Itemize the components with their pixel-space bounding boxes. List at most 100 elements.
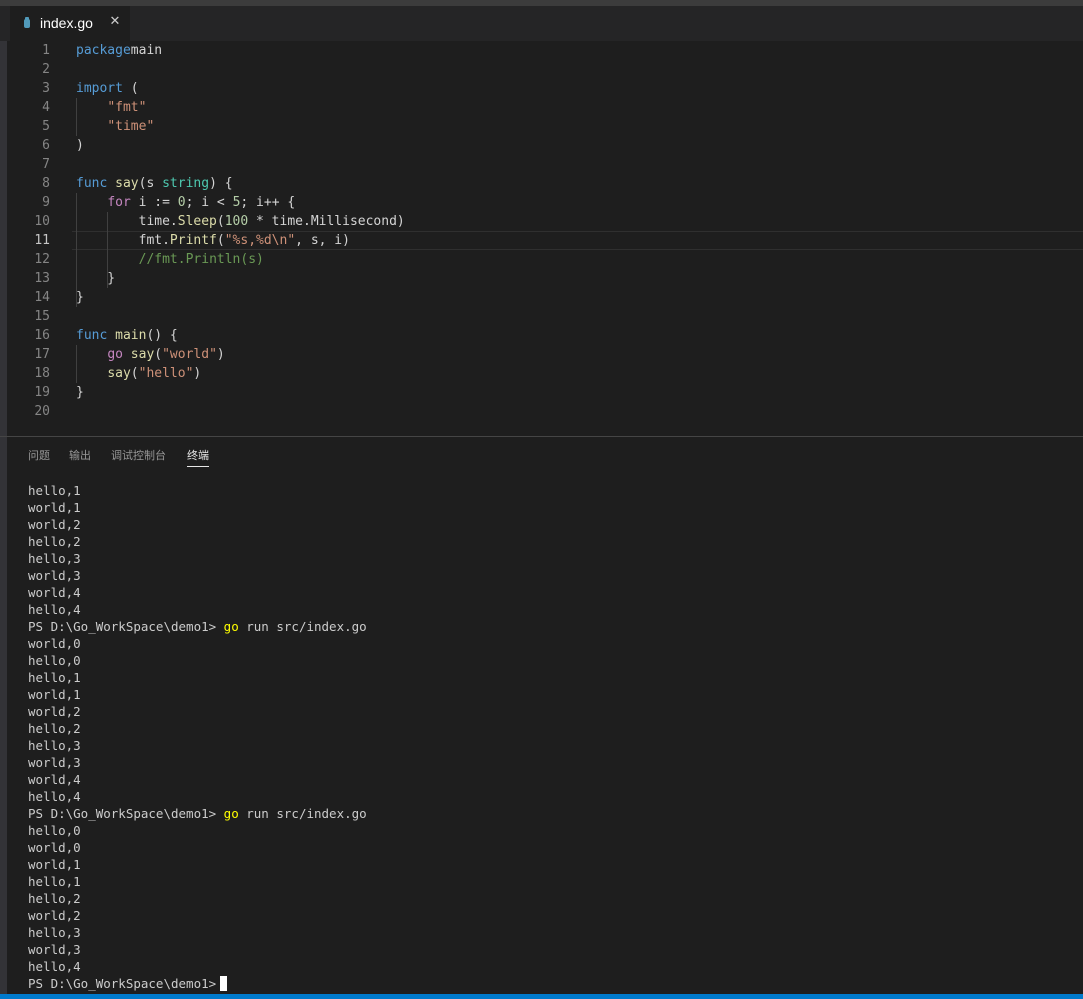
terminal-line: world,2 [28,908,81,923]
terminal-prompt-line: PS D:\Go_WorkSpace\demo1> go run src/ind… [28,806,367,821]
code-line[interactable]: 15 [10,307,1083,326]
code-text: import ( [76,81,139,96]
line-number: 11 [34,233,50,248]
code-text: go say("world") [107,347,225,362]
code-text: time.Sleep(100 * time.Millisecond) [76,214,405,229]
line-number: 2 [42,62,50,77]
code-text: //fmt.Println(s) [138,252,264,267]
code-text: func say(s string) { [76,176,233,191]
terminal-line: hello,2 [28,721,81,736]
code-line[interactable]: 16 func main() { [10,326,1083,345]
code-line[interactable]: 3 import ( [10,79,1083,98]
code-text: "time" [107,119,155,134]
code-line[interactable]: 7 [10,155,1083,174]
terminal-prompt-line: PS D:\Go_WorkSpace\demo1> [28,975,1068,992]
code-line[interactable]: 18 say("hello") [10,364,1083,383]
terminal-cursor [220,976,228,991]
line-number: 14 [34,290,50,305]
terminal-line: world,4 [28,585,81,600]
terminal-line: hello,3 [28,925,81,940]
code-text: "fmt" [107,100,147,115]
terminal-line: hello,4 [28,789,81,804]
code-line[interactable]: 11 fmt.Printf("%s,%d\n", s, i) [10,231,1083,250]
terminal-line: world,2 [28,517,81,532]
code-line[interactable]: 14} [10,288,1083,307]
terminal-line: hello,0 [28,823,81,838]
terminal-line: world,1 [28,687,81,702]
code-text: } [76,271,116,286]
line-number: 12 [34,252,50,267]
code-line[interactable]: 20 [10,402,1083,421]
close-icon[interactable]: ✕ [108,14,122,29]
code-line[interactable]: 5 "time" [10,117,1083,136]
terminal-line: world,4 [28,772,81,787]
code-text: fmt.Printf("%s,%d\n", s, i) [76,233,350,248]
code-text: ) [76,138,84,153]
code-line[interactable]: 10 time.Sleep(100 * time.Millisecond) [10,212,1083,231]
line-number: 1 [42,43,50,58]
terminal-line: hello,3 [28,551,81,566]
panel-tab-debug-console[interactable]: 调试控制台 [111,447,166,463]
panel-tab-problems[interactable]: 问题 [28,447,50,463]
editor-tab-bar: index.go ✕ [0,6,1083,41]
terminal-line: hello,1 [28,483,81,498]
terminal-output[interactable]: hello,1 world,1 world,2 hello,2 hello,3 world… [28,482,1068,992]
line-number: 13 [34,271,50,286]
code-text: say("hello") [107,366,202,381]
terminal-line: hello,4 [28,959,81,974]
line-number: 9 [42,195,50,210]
line-number: 8 [42,176,50,191]
line-number: 3 [42,81,50,96]
code-editor[interactable]: 1 packagemain 2 3 import (4 "fmt" 5 "time" 6) 7… [10,41,1083,436]
terminal-line: hello,1 [28,874,81,889]
line-number: 7 [42,157,50,172]
line-number: 16 [34,328,50,343]
code-line[interactable]: 1 packagemain [10,41,1083,60]
go-file-icon [24,17,30,28]
panel-divider [0,436,1083,437]
code-line[interactable]: 19} [10,383,1083,402]
terminal-prompt-line: PS D:\Go_WorkSpace\demo1> go run src/ind… [28,619,367,634]
terminal-line: hello,4 [28,602,81,617]
terminal-line: hello,3 [28,738,81,753]
active-tab-underline [187,466,209,467]
line-number: 5 [42,119,50,134]
terminal-line: world,1 [28,857,81,872]
code-text: } [76,290,84,305]
code-line[interactable]: 4 "fmt" [10,98,1083,117]
terminal-line: world,1 [28,500,81,515]
code-line[interactable]: 17 go say("world") [10,345,1083,364]
terminal-line: world,3 [28,755,81,770]
terminal-line: hello,1 [28,670,81,685]
code-line[interactable]: 2 [10,60,1083,79]
code-line[interactable]: 8 func say(s string) { [10,174,1083,193]
code-line[interactable]: 13 } [10,269,1083,288]
tab-label: index.go [40,15,93,31]
tab-index-go[interactable]: index.go ✕ [10,6,130,41]
line-number: 15 [34,309,50,324]
terminal-line: hello,2 [28,534,81,549]
terminal-line: world,0 [28,636,81,651]
line-number: 18 [34,366,50,381]
code-line[interactable]: 12 //fmt.Println(s) [10,250,1083,269]
code-text: func main() { [76,328,178,343]
code-text: packagemain [76,43,163,58]
terminal-line: world,3 [28,942,81,957]
status-bar [0,994,1083,999]
code-text: } [76,385,84,400]
panel-tab-terminal[interactable]: 终端 [187,447,209,463]
line-number: 17 [34,347,50,362]
code-line[interactable]: 6) [10,136,1083,155]
line-number: 6 [42,138,50,153]
code-line[interactable]: 9 for i := 0; i < 5; i++ { [10,193,1083,212]
terminal-line: world,0 [28,840,81,855]
panel-tab-output[interactable]: 输出 [69,447,91,463]
terminal-line: hello,0 [28,653,81,668]
line-number: 4 [42,100,50,115]
activity-edge [0,41,7,994]
line-number: 19 [34,385,50,400]
terminal-line: world,3 [28,568,81,583]
terminal-line: world,2 [28,704,81,719]
line-number: 10 [34,214,50,229]
line-number: 20 [34,404,50,419]
